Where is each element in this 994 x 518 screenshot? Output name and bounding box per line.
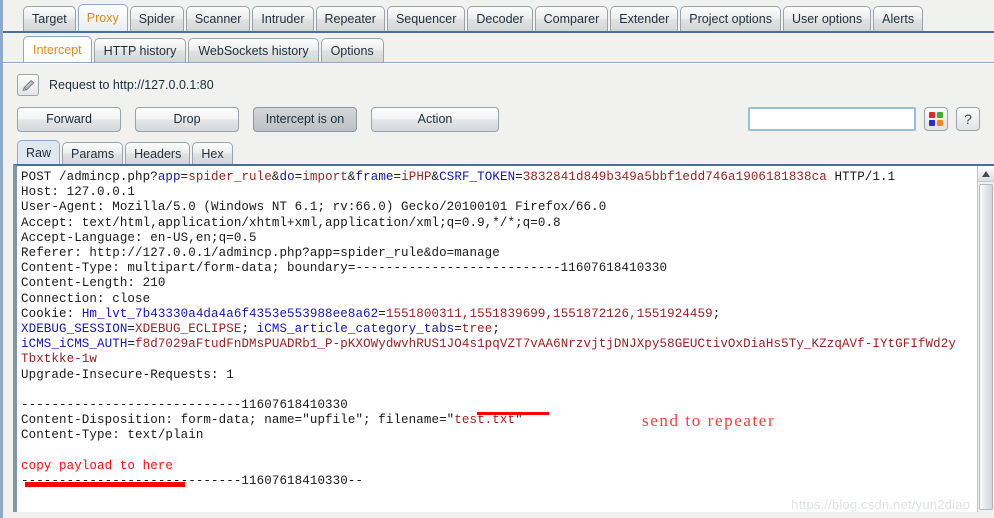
msgtab-label: Raw <box>26 145 52 160</box>
action-button-row: Forward Drop Intercept is on Action ? <box>3 105 994 133</box>
tab-label: Repeater <box>324 12 376 26</box>
tab-spider[interactable]: Spider <box>129 6 184 31</box>
subtab-options[interactable]: Options <box>320 38 384 62</box>
tab-label: Decoder <box>476 12 524 26</box>
intercept-label: Intercept is on <box>265 112 345 126</box>
editor-vertical-scrollbar[interactable] <box>977 166 994 512</box>
scrollbar-thumb[interactable] <box>979 184 993 510</box>
tab-label: Spider <box>138 12 175 26</box>
proxy-sub-tab-strip: Intercept HTTP history WebSockets histor… <box>3 33 994 63</box>
filename-underline-annotation <box>477 412 549 415</box>
tab-label: Extender <box>619 12 670 26</box>
subtab-label: Options <box>330 43 374 58</box>
tab-repeater[interactable]: Repeater <box>315 6 385 31</box>
subtab-http-history[interactable]: HTTP history <box>93 38 187 62</box>
palette-swatch-blue <box>929 120 935 126</box>
pencil-icon[interactable] <box>17 74 39 96</box>
tab-label: Alerts <box>882 12 915 26</box>
tab-label: Proxy <box>86 11 119 25</box>
tab-label: Comparer <box>543 12 600 26</box>
message-view-tabs: Raw Params Headers Hex <box>3 140 994 164</box>
request-title: Request to http://127.0.0.1:80 <box>49 78 214 92</box>
action-label: Action <box>417 112 453 126</box>
msgtab-raw[interactable]: Raw <box>17 140 61 164</box>
toolbar-right-group: ? <box>748 107 980 131</box>
msgtab-hex[interactable]: Hex <box>192 142 233 164</box>
tab-label: User options <box>791 12 863 26</box>
request-title-row: Request to http://127.0.0.1:80 <box>3 72 994 98</box>
watermark: https://blog.csdn.net/yun2diao <box>791 497 970 512</box>
msgtab-label: Headers <box>134 146 182 161</box>
subtab-label: WebSockets history <box>198 43 309 58</box>
color-palette-icon[interactable] <box>924 107 948 131</box>
subtab-label: Intercept <box>33 42 82 57</box>
subtab-intercept[interactable]: Intercept <box>23 36 92 62</box>
intercept-toggle-button[interactable]: Intercept is on <box>253 106 357 132</box>
tab-label: Scanner <box>194 12 242 26</box>
burp-suite-window: Target Proxy Spider Scanner Intruder Rep… <box>0 0 994 518</box>
tab-target[interactable]: Target <box>23 6 76 31</box>
help-label: ? <box>964 111 972 127</box>
scroll-up-arrow-icon[interactable] <box>978 166 994 182</box>
subtab-label: HTTP history <box>103 43 177 58</box>
tab-decoder[interactable]: Decoder <box>467 6 533 31</box>
tab-user-options[interactable]: User options <box>782 6 872 31</box>
intercept-toolbar: Request to http://127.0.0.1:80 Forward D… <box>3 63 994 164</box>
main-tab-strip: Target Proxy Spider Scanner Intruder Rep… <box>3 0 994 33</box>
tab-scanner[interactable]: Scanner <box>185 6 251 31</box>
tab-comparer[interactable]: Comparer <box>534 6 609 31</box>
raw-request-editor-panel: POST /admincp.php?app=spider_rule&do=imp… <box>13 164 994 512</box>
send-to-repeater-annotation: send to repeater <box>642 411 776 430</box>
tab-label: Sequencer <box>395 12 457 26</box>
search-input[interactable] <box>748 107 916 131</box>
palette-swatch-red <box>929 112 935 118</box>
tab-intruder[interactable]: Intruder <box>252 6 314 31</box>
subtab-websockets-history[interactable]: WebSockets history <box>188 38 319 62</box>
msgtab-params[interactable]: Params <box>62 142 124 164</box>
help-icon[interactable]: ? <box>956 107 980 131</box>
msgtab-label: Params <box>71 146 115 161</box>
msgtab-headers[interactable]: Headers <box>125 142 191 164</box>
palette-swatch-orange <box>937 120 943 126</box>
tab-label: Project options <box>689 12 772 26</box>
tab-project-options[interactable]: Project options <box>680 6 781 31</box>
forward-label: Forward <box>46 112 92 126</box>
forward-button[interactable]: Forward <box>17 106 121 132</box>
payload-underline-annotation <box>25 482 185 487</box>
tab-extender[interactable]: Extender <box>610 6 679 31</box>
tab-sequencer[interactable]: Sequencer <box>386 6 466 31</box>
action-button[interactable]: Action <box>371 106 499 132</box>
tab-alerts[interactable]: Alerts <box>873 6 924 31</box>
drop-label: Drop <box>173 112 201 126</box>
raw-request-text[interactable]: POST /admincp.php?app=spider_rule&do=imp… <box>17 166 977 512</box>
palette-swatch-green <box>937 112 943 118</box>
drop-button[interactable]: Drop <box>135 106 239 132</box>
tab-label: Target <box>32 12 67 26</box>
tab-proxy[interactable]: Proxy <box>77 4 128 31</box>
tab-label: Intruder <box>261 12 305 26</box>
msgtab-label: Hex <box>201 146 224 161</box>
